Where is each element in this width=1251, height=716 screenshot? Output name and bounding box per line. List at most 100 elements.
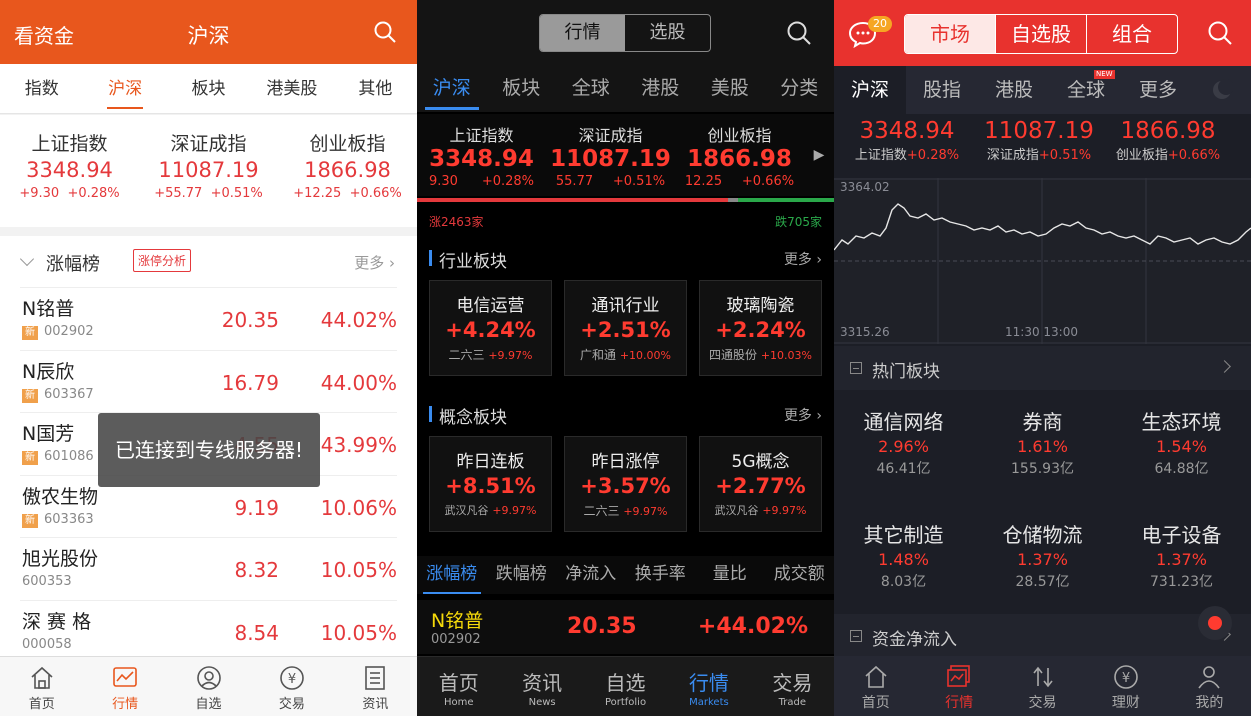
tab-us[interactable]: 美股	[695, 66, 765, 112]
night-mode-icon[interactable]	[1194, 66, 1250, 114]
index-card[interactable]: 深证成指 11087.19 55.77 +0.51%	[546, 114, 675, 196]
tab-more[interactable]: 更多	[1122, 66, 1194, 114]
message-button[interactable]: 20	[848, 16, 892, 52]
index-card[interactable]: 创业板指 1866.98 +12.25 +0.66%	[278, 115, 417, 227]
net-inflow-header[interactable]: 资金净流入	[834, 614, 1251, 656]
tab-losers[interactable]: 跌幅榜	[487, 556, 557, 594]
more-link[interactable]: 更多 ›	[784, 405, 822, 425]
nav-news[interactable]: 资讯	[334, 657, 417, 716]
search-icon[interactable]	[786, 20, 812, 50]
nav-watchlist[interactable]: 自选	[167, 657, 250, 716]
section-title: 热门板块	[872, 362, 940, 382]
sector-card[interactable]: 其它制造 1.48% 8.03亿	[834, 503, 973, 616]
index-card[interactable]: 创业板指 1866.98 12.25 +0.66%	[675, 114, 804, 196]
tab-hk[interactable]: 港股	[626, 66, 696, 112]
nav-profile[interactable]: 我的	[1168, 656, 1251, 716]
sector-card[interactable]: 券商 1.61% 155.93亿	[973, 390, 1112, 503]
search-icon[interactable]	[373, 20, 397, 48]
nav-trade[interactable]: ¥ 交易	[250, 657, 333, 716]
record-icon[interactable]	[1198, 606, 1232, 640]
sector-pct: 1.61%	[1017, 437, 1068, 456]
segment-portfolio[interactable]: 组合	[1086, 15, 1177, 53]
chevron-down-icon[interactable]	[19, 251, 35, 267]
index-card[interactable]: 11087.19 深证成指+0.51%	[980, 118, 1098, 176]
sector-card[interactable]: 电子设备 1.37% 731.23亿	[1112, 503, 1251, 616]
stock-name: 深 赛 格	[22, 610, 92, 633]
tab-sector[interactable]: 板块	[167, 64, 250, 113]
market-tabs: 沪深 板块 全球 港股 美股 分类	[417, 66, 834, 112]
stock-code: 002902	[431, 632, 481, 647]
collapse-icon	[850, 630, 862, 642]
table-row[interactable]: N辰欣新 603367 16.79 44.00%	[20, 351, 397, 413]
index-pct: +0.51%	[210, 186, 263, 201]
nav-home[interactable]: 首页	[834, 656, 917, 716]
tab-net-inflow[interactable]: 净流入	[556, 556, 626, 594]
sector-card[interactable]: 仓储物流 1.37% 28.57亿	[973, 503, 1112, 616]
section-header-industry: 行业板块 更多 ›	[429, 247, 822, 272]
sector-card[interactable]: 昨日涨停 +3.57% 二六三 +9.97%	[564, 436, 687, 532]
nav-home[interactable]: 首页	[0, 657, 83, 716]
tab-hk[interactable]: 港股	[978, 66, 1050, 114]
tab-global[interactable]: 全球 NEW	[1050, 66, 1122, 114]
segment-watchlist[interactable]: 自选股	[995, 15, 1086, 53]
sector-card[interactable]: 玻璃陶瓷 +2.24% 四通股份 +10.03%	[699, 280, 822, 376]
nav-portfolio[interactable]: 自选 Portfolio	[584, 657, 667, 716]
index-card[interactable]: 上证指数 3348.94 9.30 +0.28%	[417, 114, 546, 196]
tab-global[interactable]: 全球	[556, 66, 626, 112]
table-row[interactable]: N铭普 002902 20.35 +44.02%	[417, 600, 834, 654]
sector-card[interactable]: 生态环境 1.54% 64.88亿	[1112, 390, 1251, 503]
advance-decline-bar	[417, 198, 834, 202]
more-link[interactable]: 更多 ›	[784, 249, 822, 269]
message-count-badge: 20	[868, 16, 892, 32]
limit-up-analysis-button[interactable]: 涨停分析	[133, 249, 192, 272]
intraday-chart[interactable]: 3364.02 3315.26 11:30 13:00	[834, 178, 1251, 344]
market-tabs: 沪深 股指 港股 全球 NEW 更多	[834, 66, 1251, 114]
home-icon	[865, 665, 887, 688]
nav-market[interactable]: 行情	[83, 657, 166, 716]
table-row[interactable]: 旭光股份 600353 8.32 10.05%	[20, 538, 397, 601]
table-row[interactable]: N铭普新 002902 20.35 44.02%	[20, 288, 397, 351]
index-pct: +0.28%	[481, 174, 535, 189]
sector-card[interactable]: 通信网络 2.96% 46.41亿	[834, 390, 973, 503]
more-link[interactable]: 更多 ›	[354, 252, 395, 273]
nav-wealth[interactable]: ¥ 理财	[1084, 656, 1167, 716]
play-right-icon[interactable]: ▶	[804, 114, 834, 196]
nav-trade[interactable]: 交易 Trade	[751, 657, 834, 716]
nav-home[interactable]: 首页 Home	[417, 657, 500, 716]
nav-news[interactable]: 资讯 News	[500, 657, 583, 716]
nav-markets[interactable]: 行情 Markets	[667, 657, 750, 716]
nav-market[interactable]: 行情	[917, 656, 1000, 716]
tab-other[interactable]: 其他	[334, 64, 417, 113]
table-row[interactable]: 深 赛 格 000058 8.54 10.05%	[20, 601, 397, 663]
index-card[interactable]: 上证指数 3348.94 +9.30 +0.28%	[0, 115, 139, 227]
tab-category[interactable]: 分类	[765, 66, 835, 112]
tab-volume-ratio[interactable]: 量比	[695, 556, 765, 594]
sector-name: 通信网络	[863, 410, 944, 434]
sector-card[interactable]: 昨日连板 +8.51% 武汉凡谷 +9.97%	[429, 436, 552, 532]
tab-gainers[interactable]: 涨幅榜	[417, 556, 487, 594]
tab-amount[interactable]: 成交额	[765, 556, 835, 594]
index-card[interactable]: 3348.94 上证指数+0.28%	[834, 118, 980, 176]
tab-turnover-rate[interactable]: 换手率	[626, 556, 696, 594]
nav-trade[interactable]: 交易	[1001, 656, 1084, 716]
tab-hushen[interactable]: 沪深	[417, 66, 487, 112]
index-card[interactable]: 1866.98 创业板指+0.66%	[1098, 118, 1238, 176]
index-card[interactable]: 深证成指 11087.19 +55.77 +0.51%	[139, 115, 278, 227]
tab-hushen[interactable]: 沪深	[83, 64, 166, 113]
sector-card[interactable]: 电信运营 +4.24% 二六三 +9.97%	[429, 280, 552, 376]
tab-hk-us[interactable]: 港美股	[250, 64, 333, 113]
sector-card[interactable]: 5G概念 +2.77% 武汉凡谷 +9.97%	[699, 436, 822, 532]
market-tabs: 指数 沪深 板块 港美股 其他	[0, 64, 417, 114]
search-icon[interactable]	[1207, 20, 1233, 50]
tab-index-futures[interactable]: 股指	[906, 66, 978, 114]
stock-code: 002902	[44, 324, 94, 339]
sector-card[interactable]: 通讯行业 +2.51% 广和通 +10.00%	[564, 280, 687, 376]
tab-index[interactable]: 指数	[0, 64, 83, 113]
tab-sector[interactable]: 板块	[487, 66, 557, 112]
hot-sectors-header[interactable]: 热门板块	[834, 346, 1251, 390]
segment-market[interactable]: 行情	[540, 15, 625, 51]
user-icon	[1198, 666, 1220, 689]
tab-hushen[interactable]: 沪深	[834, 66, 906, 114]
segment-stock-picker[interactable]: 选股	[625, 15, 710, 51]
segment-market[interactable]: 市场	[905, 15, 995, 53]
